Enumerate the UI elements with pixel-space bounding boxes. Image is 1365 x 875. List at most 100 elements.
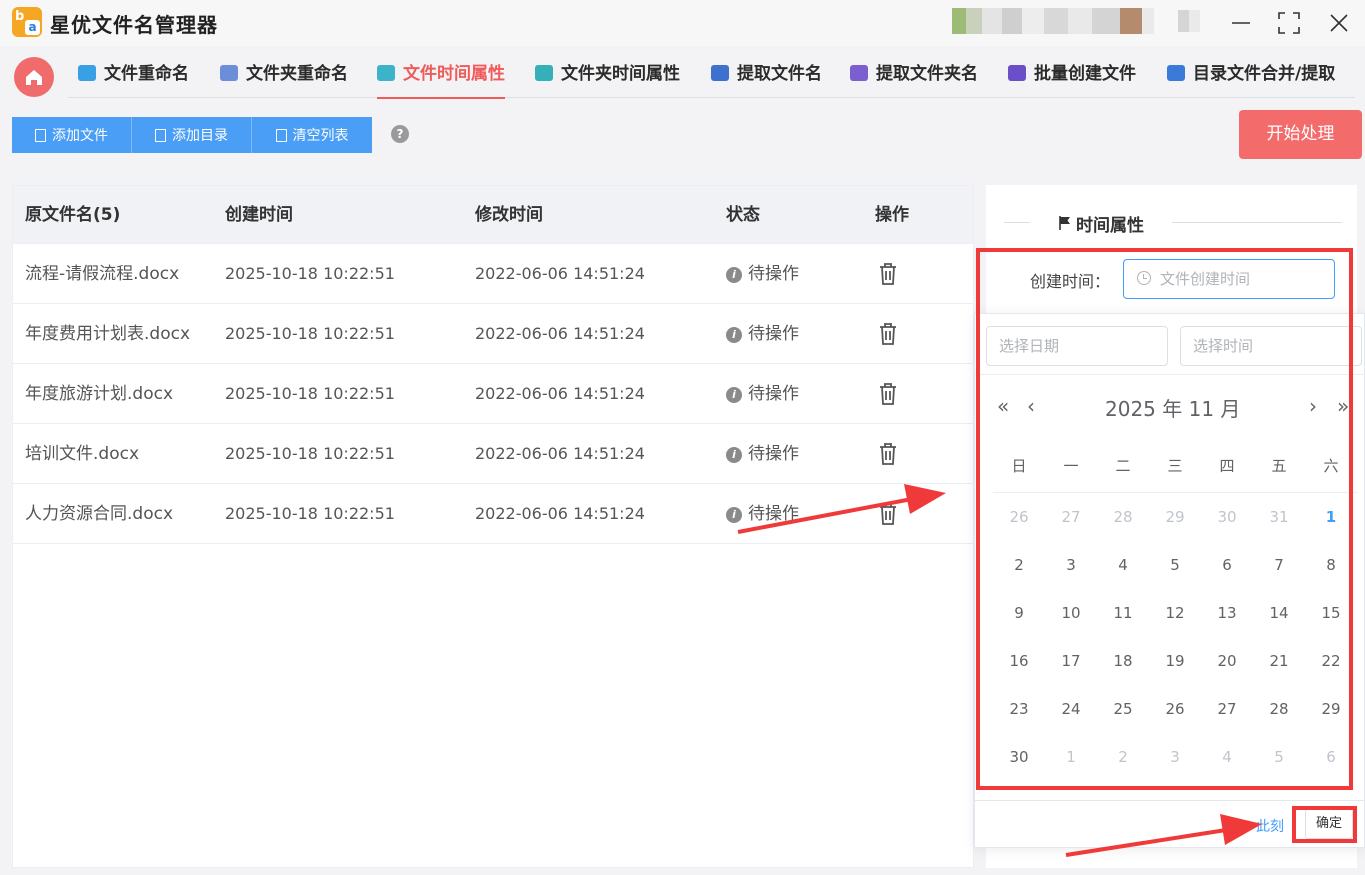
tab-label: 目录文件合并/提取 — [1193, 64, 1336, 84]
delete-icon[interactable] — [878, 262, 898, 286]
add-directory-button[interactable]: 添加目录 — [132, 117, 252, 153]
tab-batch-create[interactable]: 批量创建文件 — [1008, 58, 1136, 98]
clear-list-button[interactable]: 清空列表 — [252, 117, 372, 153]
trash-icon — [275, 128, 287, 142]
app-title: 星优文件名管理器 — [50, 13, 218, 37]
annotation-box-calendar — [976, 248, 1353, 790]
table-row[interactable]: 流程-请假流程.docx 2025-10-18 10:22:51 2022-06-0… — [13, 244, 973, 304]
table-row[interactable]: 培训文件.docx 2025-10-18 10:22:51 2022-06-06 1… — [13, 424, 973, 484]
delete-icon[interactable] — [878, 382, 898, 406]
delete-icon[interactable] — [878, 442, 898, 466]
cell-status: i 待操作 — [726, 244, 799, 304]
home-icon — [26, 70, 42, 85]
cell-modified: 2022-06-06 14:51:24 — [475, 264, 645, 283]
info-icon: i — [726, 327, 742, 343]
tab-label: 文件夹时间属性 — [561, 64, 680, 84]
cell-created: 2025-10-18 10:22:51 — [225, 324, 395, 343]
info-icon: i — [726, 387, 742, 403]
cell-filename: 年度费用计划表.docx — [25, 324, 191, 344]
divider — [975, 800, 1365, 801]
table-row[interactable]: 年度费用计划表.docx 2025-10-18 10:22:51 2022-06-0… — [13, 304, 973, 364]
file-icon — [35, 128, 46, 142]
tab-label: 提取文件名 — [737, 64, 822, 84]
status-text: 待操作 — [748, 504, 799, 524]
cell-created: 2025-10-18 10:22:51 — [225, 264, 395, 283]
tab-folder-rename[interactable]: 文件夹重命名 — [220, 58, 348, 98]
cell-status: i 待操作 — [726, 364, 799, 424]
minimize-icon[interactable] — [1226, 8, 1256, 38]
toolbar: 添加文件 添加目录 清空列表 — [12, 117, 372, 153]
divider — [1172, 222, 1342, 223]
cell-filename: 人力资源合同.docx — [25, 504, 174, 524]
tab-extract-filename[interactable]: 提取文件名 — [711, 58, 822, 98]
cell-modified: 2022-06-06 14:51:24 — [475, 504, 645, 523]
table-header: 原文件名(5) 创建时间 修改时间 状态 操作 — [13, 186, 973, 244]
tab-label: 批量创建文件 — [1034, 64, 1136, 84]
merge-extract-icon — [1167, 65, 1185, 81]
add-file-label: 添加文件 — [52, 128, 108, 144]
cell-filename: 年度旅游计划.docx — [25, 384, 174, 404]
cell-filename: 培训文件.docx — [25, 444, 140, 464]
status-text: 待操作 — [748, 444, 799, 464]
delete-icon[interactable] — [878, 322, 898, 346]
col-filename: 原文件名(5) — [25, 205, 121, 225]
status-text: 待操作 — [748, 324, 799, 344]
home-button[interactable] — [14, 57, 54, 97]
info-icon: i — [726, 267, 742, 283]
cell-status: i 待操作 — [726, 484, 799, 544]
maximize-icon[interactable] — [1274, 8, 1304, 38]
file-icon — [155, 128, 166, 142]
table-row[interactable]: 年度旅游计划.docx 2025-10-18 10:22:51 2022-06-06… — [13, 364, 973, 424]
main-nav: 文件重命名 文件夹重命名 文件时间属性 文件夹时间属性 提取文件名 提取文件夹名 批量创建文… — [68, 58, 1355, 99]
status-text: 待操作 — [748, 384, 799, 404]
folder-rename-icon — [220, 65, 238, 81]
tab-file-time[interactable]: 文件时间属性 — [377, 58, 505, 99]
info-icon: i — [726, 447, 742, 463]
title-bar: b a 星优文件名管理器 — [0, 0, 1365, 46]
cell-created: 2025-10-18 10:22:51 — [225, 444, 395, 463]
delete-icon[interactable] — [878, 502, 898, 526]
clear-list-label: 清空列表 — [292, 128, 349, 144]
cell-filename: 流程-请假流程.docx — [25, 264, 180, 284]
cell-created: 2025-10-18 10:22:51 — [225, 504, 395, 523]
col-created: 创建时间 — [225, 205, 293, 225]
now-button[interactable]: 此刻 — [1256, 816, 1284, 836]
file-time-icon — [377, 65, 395, 81]
cell-modified: 2022-06-06 14:51:24 — [475, 324, 645, 343]
extract-filename-icon — [711, 65, 729, 81]
col-action: 操作 — [875, 205, 909, 225]
tab-folder-time[interactable]: 文件夹时间属性 — [535, 58, 680, 98]
status-text: 待操作 — [748, 264, 799, 284]
folder-time-icon — [535, 65, 553, 81]
batch-create-icon — [1008, 65, 1026, 81]
file-table: 原文件名(5) 创建时间 修改时间 状态 操作 流程-请假流程.docx 2025… — [12, 185, 974, 868]
app-logo-letter-a: a — [25, 20, 40, 35]
annotation-box-confirm — [1292, 806, 1357, 843]
cell-status: i 待操作 — [726, 424, 799, 484]
tab-label: 文件夹重命名 — [246, 64, 348, 84]
tab-label: 文件重命名 — [104, 64, 189, 84]
start-processing-button[interactable]: 开始处理 — [1239, 110, 1362, 159]
user-menu-icon[interactable] — [1178, 10, 1200, 32]
tab-merge-extract[interactable]: 目录文件合并/提取 — [1167, 58, 1335, 98]
app-logo-letter-b: b — [15, 9, 25, 24]
col-status: 状态 — [726, 205, 760, 225]
close-icon[interactable] — [1324, 8, 1354, 38]
app-logo: b a — [12, 7, 42, 37]
panel-title-text: 时间属性 — [1076, 216, 1144, 236]
cell-modified: 2022-06-06 14:51:24 — [475, 384, 645, 403]
add-directory-label: 添加目录 — [172, 128, 228, 144]
col-modified: 修改时间 — [475, 205, 543, 225]
add-file-button[interactable]: 添加文件 — [12, 117, 132, 153]
divider — [1004, 222, 1030, 223]
tab-file-rename[interactable]: 文件重命名 — [78, 58, 189, 98]
user-avatar-blurred[interactable] — [952, 8, 1154, 34]
panel-title: 时间属性 — [1058, 211, 1144, 236]
cell-created: 2025-10-18 10:22:51 — [225, 384, 395, 403]
help-icon[interactable]: ? — [391, 125, 409, 143]
info-icon: i — [726, 507, 742, 523]
table-row[interactable]: 人力资源合同.docx 2025-10-18 10:22:51 2022-06-06… — [13, 484, 973, 544]
file-rename-icon — [78, 65, 96, 81]
tab-extract-foldername[interactable]: 提取文件夹名 — [850, 58, 978, 98]
cell-status: i 待操作 — [726, 304, 799, 364]
